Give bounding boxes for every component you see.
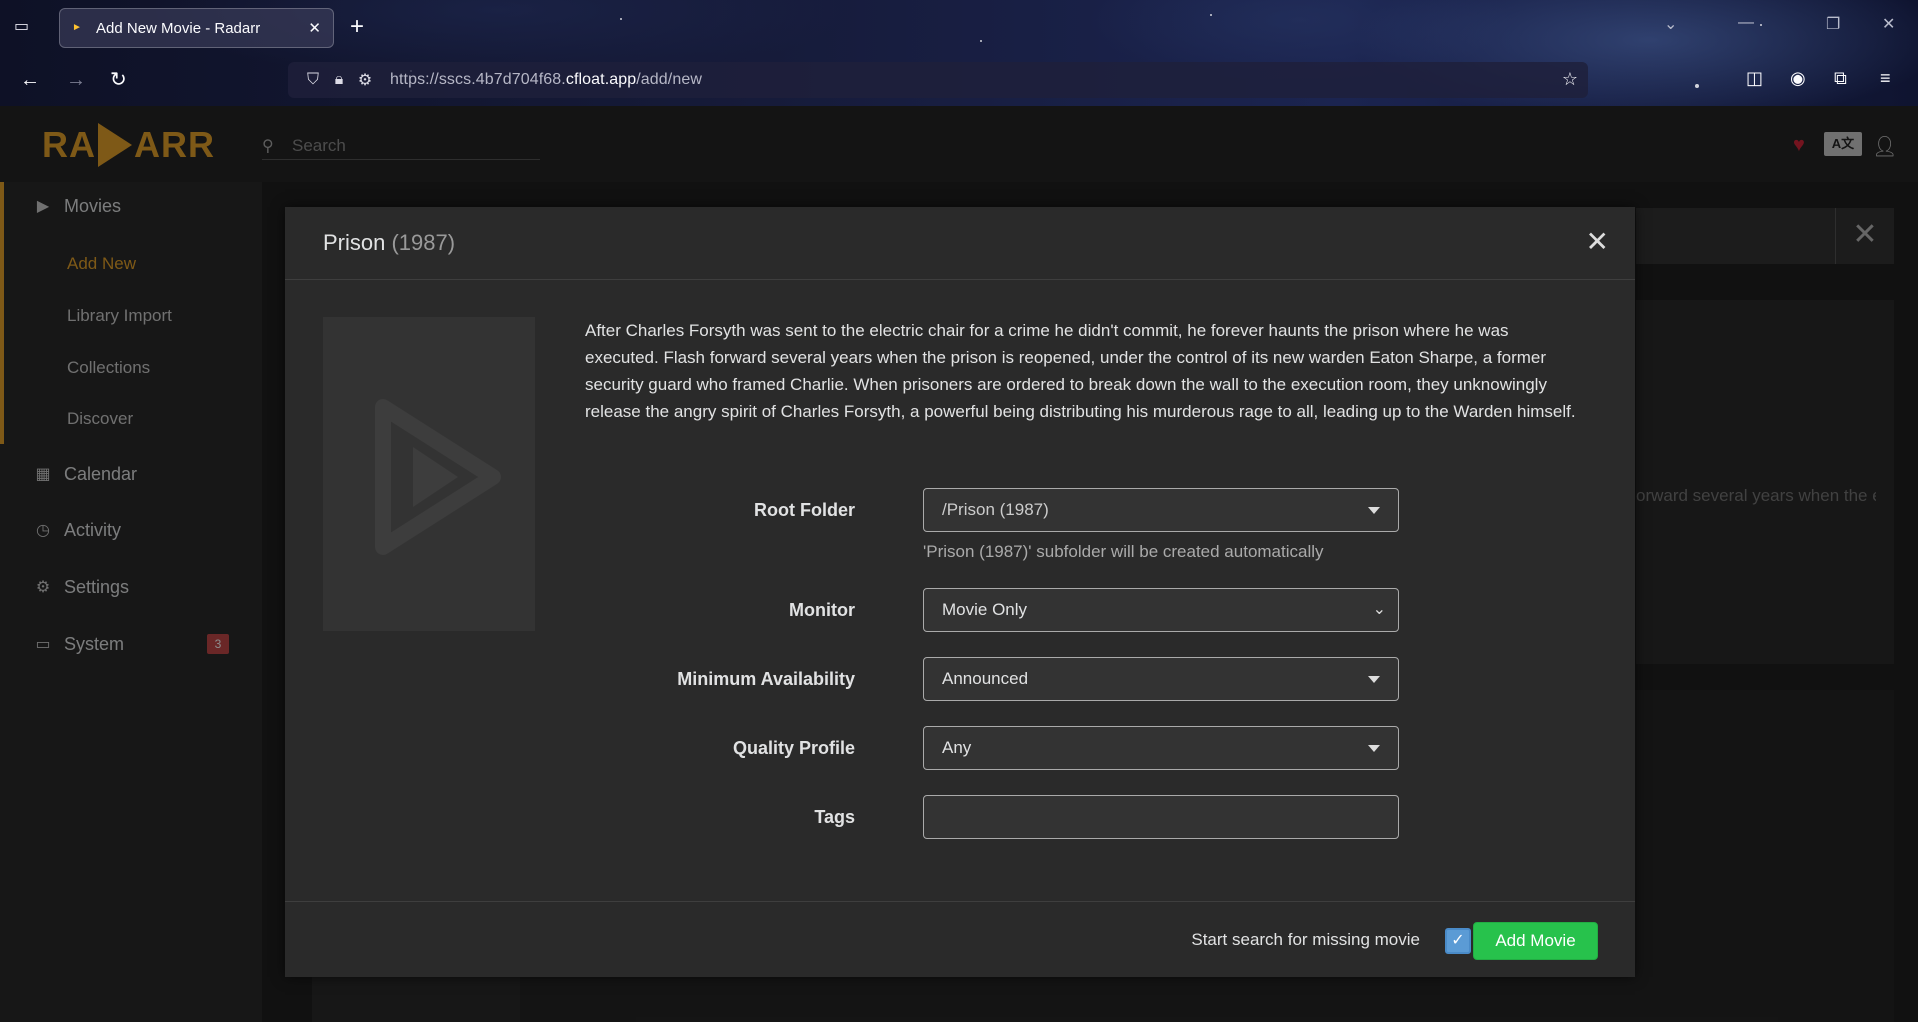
tags-label: Tags bbox=[814, 807, 855, 827]
add-movie-modal: Prison (1987) ✕ After Charles Forsyth wa… bbox=[285, 207, 1635, 977]
poster-placeholder bbox=[323, 317, 535, 631]
forward-icon[interactable]: → bbox=[66, 68, 86, 92]
movie-year: (1987) bbox=[391, 230, 456, 255]
root-folder-row: Root Folder /Prison (1987) 'Prison (1987… bbox=[585, 488, 1585, 561]
new-tab-icon[interactable]: + bbox=[350, 14, 364, 40]
caret-down-icon bbox=[1368, 676, 1380, 683]
start-search-checkbox[interactable]: ✓ bbox=[1445, 928, 1471, 954]
poster-placeholder-icon bbox=[375, 399, 501, 555]
url-text[interactable]: https://sscs.4b7d704f68.cfloat.app/add/n… bbox=[390, 71, 702, 89]
add-movie-button[interactable]: Add Movie bbox=[1473, 922, 1598, 960]
lock-icon[interactable]: 🔒︎ bbox=[328, 71, 350, 89]
monitor-row: Monitor Movie Only ⌄ bbox=[585, 588, 1585, 632]
tab-list-icon[interactable]: ▭ bbox=[14, 16, 36, 36]
min-availability-value: Announced bbox=[942, 669, 1029, 688]
check-icon: ✓ bbox=[1451, 932, 1465, 949]
restore-icon[interactable]: ❐ bbox=[1826, 14, 1840, 34]
caret-down-icon bbox=[1368, 745, 1380, 752]
tab-title: Add New Movie - Radarr bbox=[96, 19, 261, 37]
address-bar[interactable]: ⛉ 🔒︎ ⚙︎ https://sscs.4b7d704f68.cfloat.a… bbox=[288, 62, 1588, 98]
close-icon[interactable]: ✕ bbox=[1586, 227, 1609, 257]
quality-profile-select[interactable]: Any bbox=[923, 726, 1399, 770]
site-permissions-icon[interactable]: ⚙︎ bbox=[354, 70, 376, 90]
caret-down-icon bbox=[1368, 507, 1380, 514]
window-close-icon[interactable]: ✕ bbox=[1882, 14, 1895, 34]
tags-row: Tags bbox=[585, 795, 1585, 839]
pocket-icon[interactable]: ◫ bbox=[1746, 68, 1763, 89]
min-availability-label: Minimum Availability bbox=[677, 669, 855, 689]
modal-title: Prison (1987) bbox=[323, 230, 455, 256]
min-availability-select[interactable]: Announced bbox=[923, 657, 1399, 701]
monitor-value: Movie Only bbox=[942, 600, 1028, 619]
account-icon[interactable]: ◉ bbox=[1790, 68, 1806, 89]
modal-footer: Start search for missing movie ✓ Add Mov… bbox=[285, 901, 1635, 977]
quality-profile-row: Quality Profile Any bbox=[585, 726, 1585, 770]
tab-close-icon[interactable]: ✕ bbox=[308, 19, 321, 37]
quality-profile-value: Any bbox=[942, 738, 972, 757]
radarr-favicon-icon: ► bbox=[72, 22, 82, 33]
bookmark-star-icon[interactable]: ☆ bbox=[1562, 69, 1578, 90]
chevron-down-icon: ⌄ bbox=[1372, 601, 1386, 618]
extensions-icon[interactable]: ⧉ bbox=[1834, 68, 1847, 89]
monitor-select[interactable]: Movie Only ⌄ bbox=[923, 588, 1399, 632]
tab-strip: ▭ ► Add New Movie - Radarr ✕ + ⌄ — ❐ ✕ bbox=[0, 0, 1918, 54]
shield-icon[interactable]: ⛉ bbox=[302, 71, 324, 89]
tab-active[interactable]: ► Add New Movie - Radarr ✕ bbox=[59, 8, 334, 48]
quality-profile-label: Quality Profile bbox=[732, 738, 855, 758]
modal-header: Prison (1987) ✕ bbox=[285, 207, 1635, 280]
menu-icon[interactable]: ≡ bbox=[1880, 68, 1891, 89]
tags-input[interactable] bbox=[923, 795, 1399, 839]
root-folder-value: /Prison (1987) bbox=[942, 500, 1049, 519]
root-folder-select[interactable]: /Prison (1987) bbox=[923, 488, 1399, 532]
movie-title: Prison bbox=[323, 230, 386, 255]
start-search-label: Start search for missing movie bbox=[1191, 930, 1420, 949]
back-icon[interactable]: ← bbox=[20, 68, 40, 92]
list-all-tabs-icon[interactable]: ⌄ bbox=[1664, 14, 1677, 34]
min-availability-row: Minimum Availability Announced bbox=[585, 657, 1585, 701]
root-folder-help: 'Prison (1987)' subfolder will be create… bbox=[923, 542, 1324, 561]
navigation-bar: ← → ↻ ⛉ 🔒︎ ⚙︎ https://sscs.4b7d704f68.cf… bbox=[0, 58, 1918, 104]
movie-overview: After Charles Forsyth was sent to the el… bbox=[585, 321, 1576, 421]
monitor-label: Monitor bbox=[789, 600, 855, 620]
reload-icon[interactable]: ↻ bbox=[110, 68, 127, 92]
minimize-icon[interactable]: — bbox=[1738, 14, 1754, 32]
browser-chrome: ▭ ► Add New Movie - Radarr ✕ + ⌄ — ❐ ✕ ←… bbox=[0, 0, 1918, 106]
root-folder-label: Root Folder bbox=[754, 500, 855, 520]
